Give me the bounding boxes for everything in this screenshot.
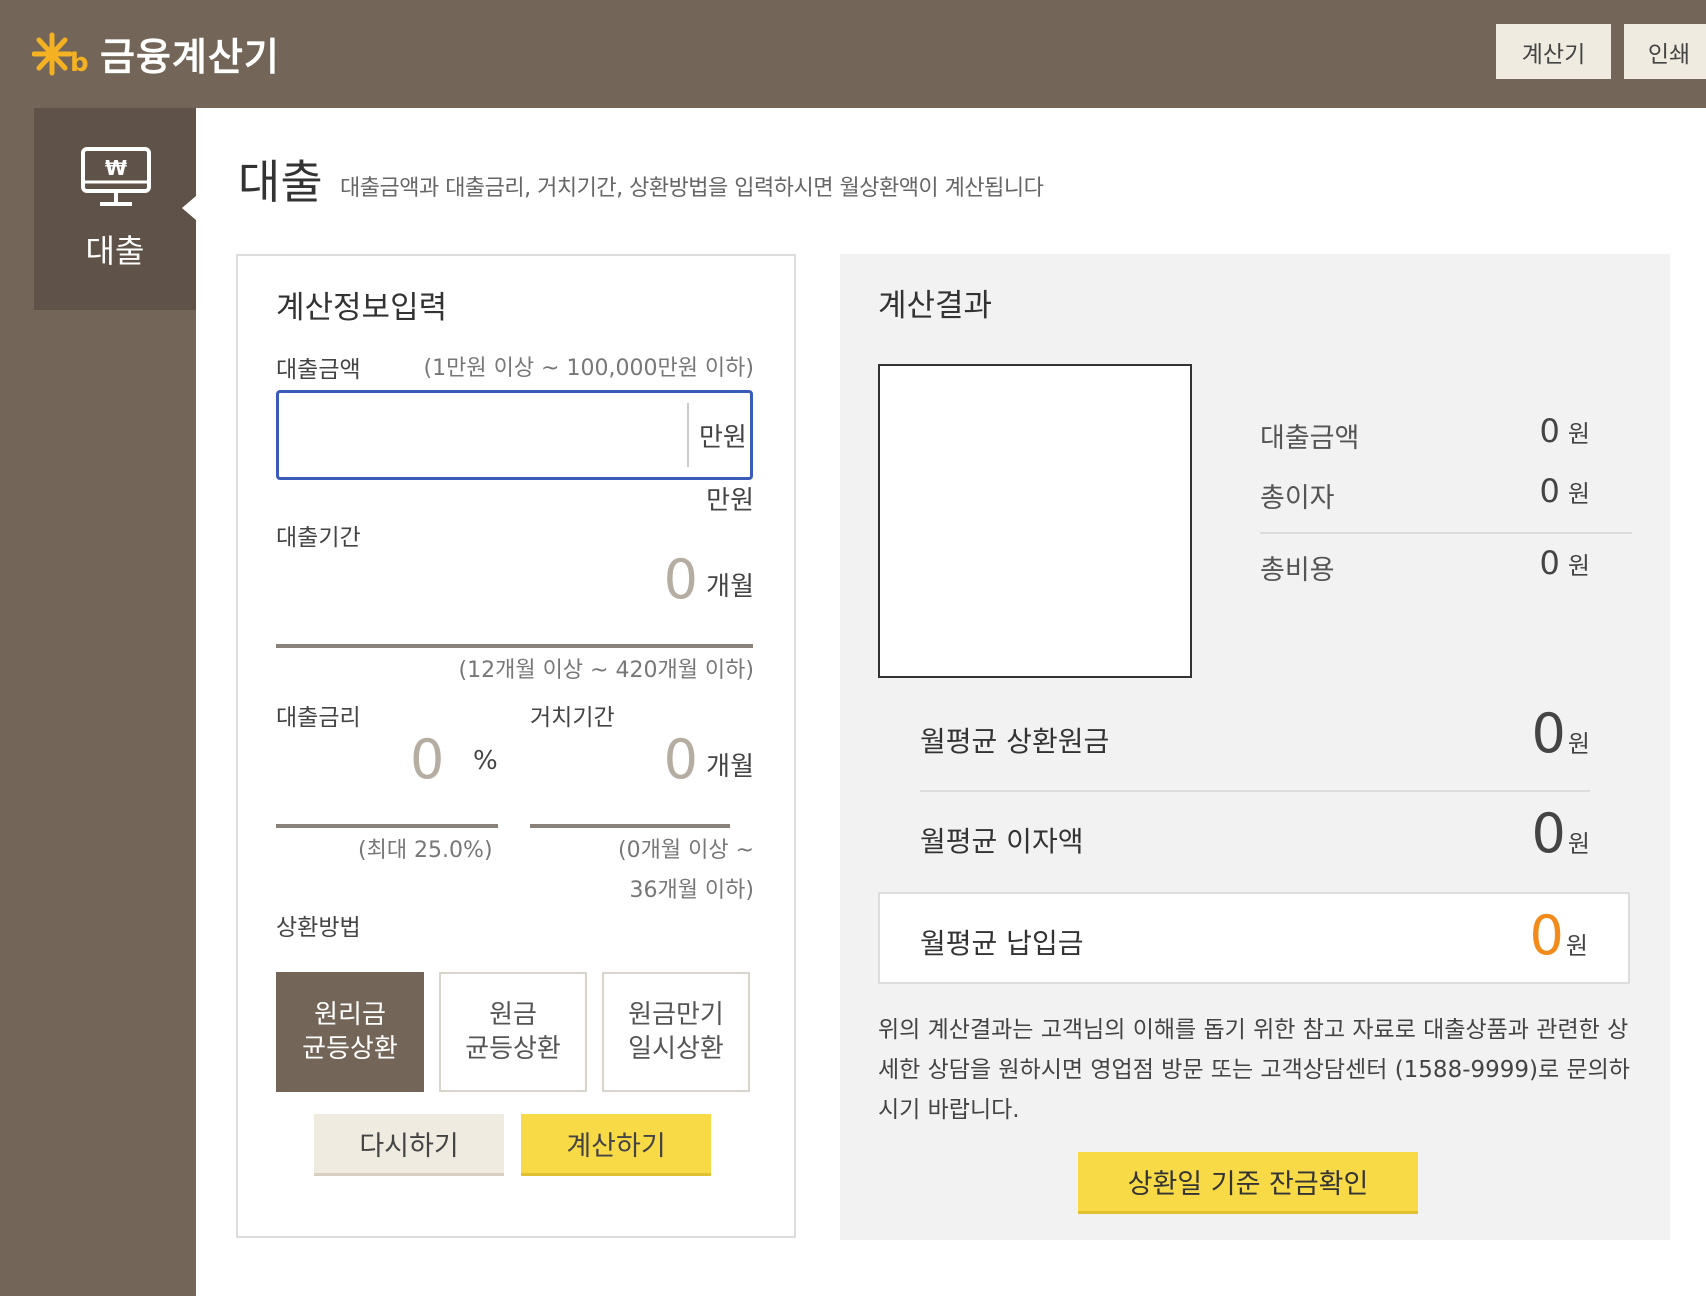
grace-period-underline [530, 824, 730, 828]
result-chart-area [878, 364, 1192, 678]
repayment-option-equal-payment[interactable]: 원리금균등상환 [276, 972, 424, 1092]
summary-divider [1260, 532, 1632, 534]
option-line-2: 균등상환 [302, 1034, 398, 1064]
summary-total-interest-label: 총이자 [1260, 483, 1335, 514]
option-line-1: 원리금 [314, 1000, 386, 1030]
calculate-button[interactable]: 계산하기 [521, 1114, 711, 1176]
active-indicator-arrow [182, 196, 196, 220]
grace-period-value[interactable]: 0 [664, 728, 698, 791]
input-panel-title: 계산정보입력 [276, 290, 448, 326]
option-line-1: 원금만기 [628, 1000, 724, 1030]
summary-total-interest-value: 0원 [1539, 472, 1590, 510]
kb-star-icon: b [32, 32, 89, 77]
loan-period-underline [276, 644, 753, 648]
monthly-payment-box: 월평균 납입금 0원 [878, 892, 1630, 984]
interest-rate-unit: % [473, 746, 498, 776]
input-panel: 계산정보입력 대출금액 (1만원 이상 ~ 100,000만원 이하) 만원 만… [236, 254, 796, 1238]
print-button[interactable]: 인쇄 [1624, 24, 1706, 79]
loan-amount-unit: 만원 [699, 423, 747, 453]
option-line-2: 균등상환 [465, 1034, 561, 1064]
result-panel-title: 계산결과 [878, 288, 993, 324]
summary-total-cost-label: 총비용 [1260, 555, 1335, 586]
repayment-method-label: 상환방법 [276, 915, 361, 941]
monthly-interest-value: 0원 [1531, 802, 1590, 865]
svg-text:₩: ₩ [105, 156, 127, 180]
summary-total-cost-value: 0원 [1539, 544, 1590, 582]
input-divider [687, 403, 689, 467]
loan-amount-range-hint: (1만원 이상 ~ 100,000만원 이하) [423, 356, 754, 381]
monitor-won-icon: ₩ [81, 147, 151, 206]
grace-period-unit: 개월 [706, 752, 754, 782]
balance-check-button[interactable]: 상환일 기준 잔금확인 [1078, 1152, 1418, 1214]
repayment-option-bullet[interactable]: 원금만기일시상환 [602, 972, 750, 1092]
logo-text: 금융계산기 [100, 35, 280, 79]
monthly-payment-label: 월평균 납입금 [920, 927, 1084, 960]
grace-period-label: 거치기간 [530, 705, 615, 731]
monthly-principal-label: 월평균 상환원금 [920, 725, 1110, 758]
monthly-divider [920, 790, 1590, 792]
option-line-2: 일시상환 [628, 1034, 724, 1064]
grace-period-range-hint-1: (0개월 이상 ~ [618, 838, 754, 863]
reset-button[interactable]: 다시하기 [314, 1114, 504, 1176]
loan-amount-label: 대출금액 [276, 357, 361, 383]
monthly-payment-value: 0원 [1529, 904, 1588, 967]
result-panel: 계산결과 대출금액 0원 총이자 0원 총비용 0원 월평균 상환원금 0원 월… [840, 254, 1670, 1240]
grace-period-range-hint-2: 36개월 이하) [629, 878, 754, 903]
loan-period-value[interactable]: 0 [664, 548, 698, 611]
interest-rate-underline [276, 824, 498, 828]
loan-period-range-hint: (12개월 이상 ~ 420개월 이하) [458, 658, 754, 683]
loan-amount-input[interactable] [285, 399, 685, 469]
svg-text:b: b [70, 48, 89, 77]
top-header: b 금융계산기 계산기 인쇄 [0, 0, 1706, 108]
interest-rate-value[interactable]: 0 [410, 728, 444, 791]
page-title: 대출 [238, 155, 323, 209]
option-line-1: 원금 [489, 1000, 537, 1030]
monthly-interest-label: 월평균 이자액 [920, 825, 1084, 858]
loan-period-unit: 개월 [706, 572, 754, 602]
main-content: 대출 대출금액과 대출금리, 거치기간, 상환방법을 입력하시면 월상환액이 계… [196, 108, 1706, 1296]
result-notice: 위의 계산결과는 고객님의 이해를 돕기 위한 참고 자료로 대출상품과 관련한… [878, 1017, 1630, 1123]
summary-loan-amount-value: 0원 [1539, 412, 1590, 450]
loan-amount-field[interactable]: 만원 [276, 390, 753, 480]
monthly-principal-value: 0원 [1531, 702, 1590, 765]
sidebar-item-label: 대출 [85, 232, 145, 270]
interest-rate-label: 대출금리 [276, 705, 361, 731]
interest-rate-range-hint: (최대 25.0%) [358, 838, 493, 863]
summary-loan-amount-label: 대출금액 [1260, 423, 1360, 454]
page-description: 대출금액과 대출금리, 거치기간, 상환방법을 입력하시면 월상환액이 계산됩니… [340, 176, 1044, 201]
loan-period-label: 대출기간 [276, 525, 361, 551]
loan-amount-unit-display: 만원 [706, 486, 754, 516]
repayment-option-equal-principal[interactable]: 원금균등상환 [439, 972, 587, 1092]
sidebar-item-loan[interactable]: ₩ 대출 [34, 108, 196, 310]
calculator-button[interactable]: 계산기 [1496, 24, 1611, 79]
kb-logo[interactable]: b 금융계산기 [32, 26, 280, 81]
